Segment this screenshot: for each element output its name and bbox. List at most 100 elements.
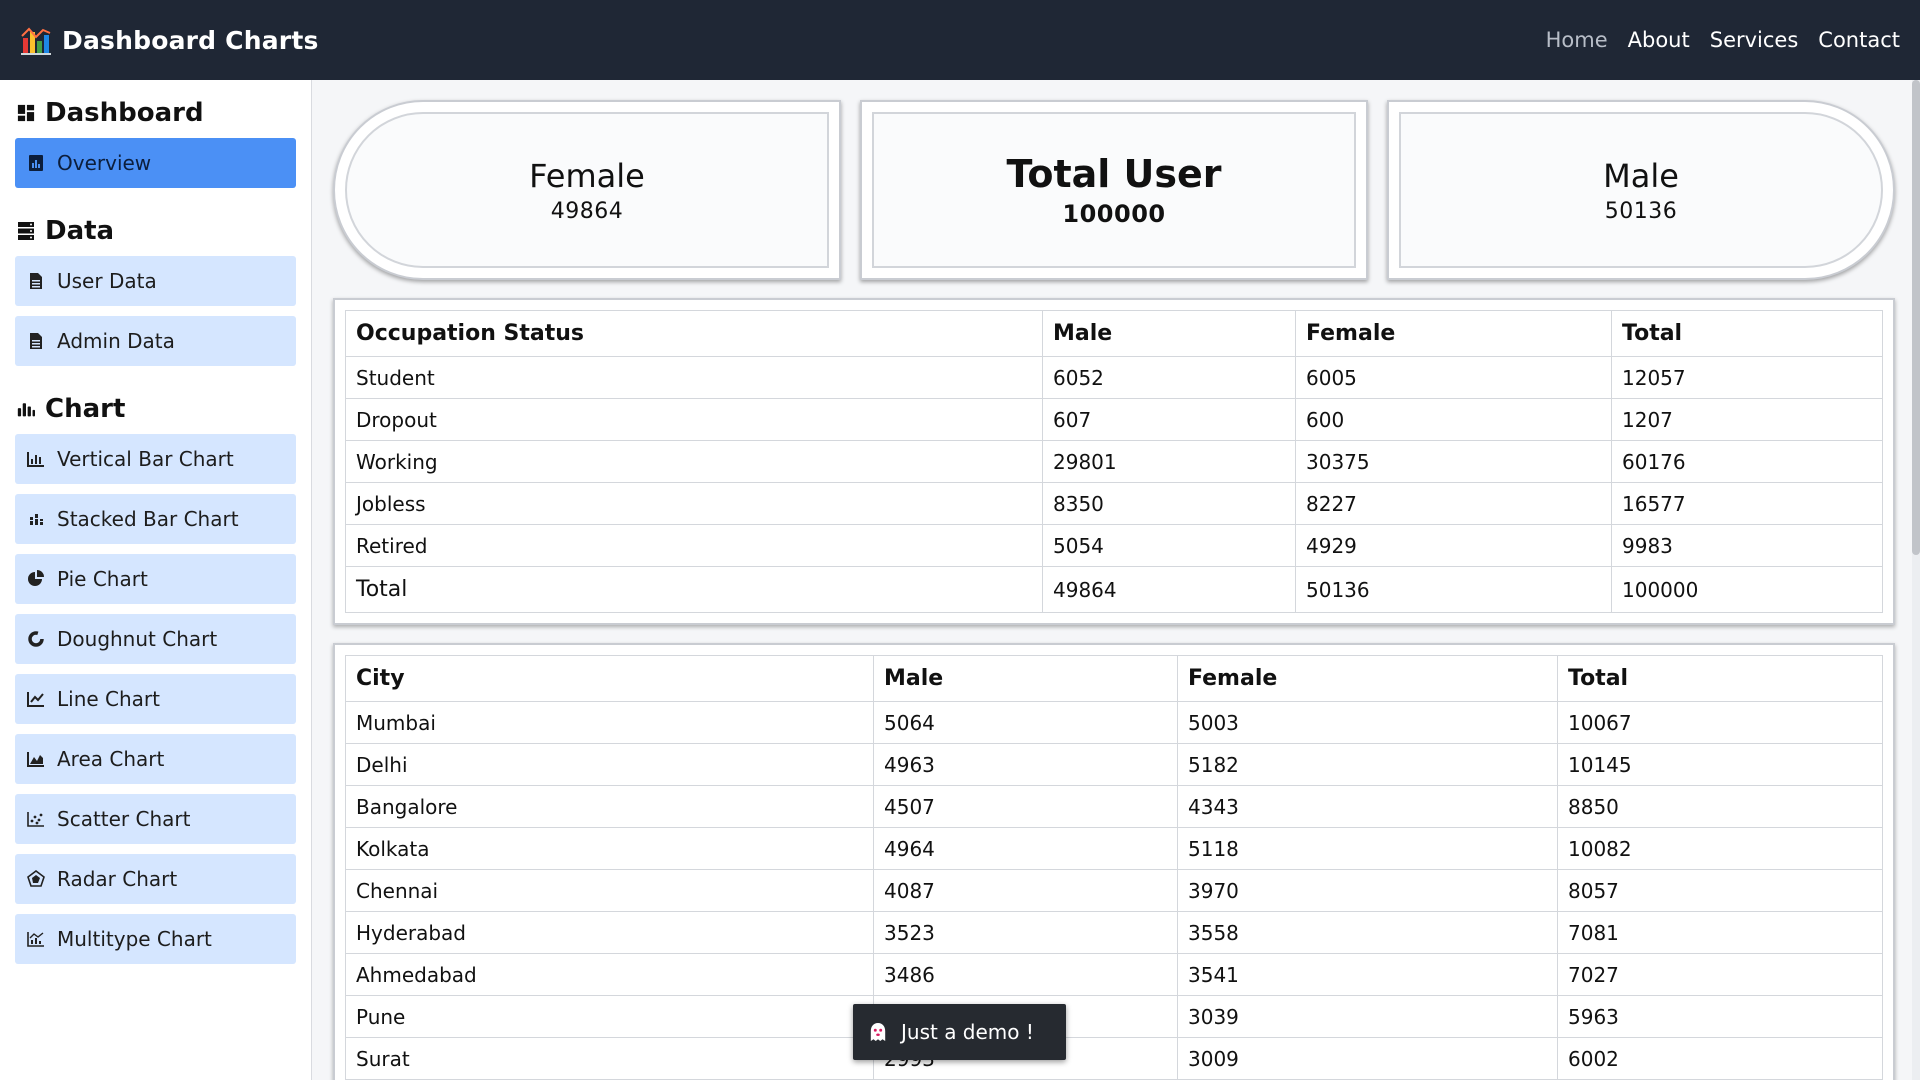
table-cell: 9983 xyxy=(1611,524,1883,567)
table-cell: Student xyxy=(345,356,1043,399)
table-cell: 4507 xyxy=(873,785,1178,828)
table-cell: 30375 xyxy=(1295,440,1612,483)
table-cell: 3486 xyxy=(873,953,1178,996)
table-cell: 6002 xyxy=(1557,1037,1883,1080)
table-total-row: Total 49864 50136 100000 xyxy=(345,566,1883,613)
sidebar-section-data: Data xyxy=(17,216,296,246)
sidebar-item-label: Overview xyxy=(57,151,152,175)
sidebar-item-label: Scatter Chart xyxy=(57,807,191,831)
area-chart-icon xyxy=(27,750,45,768)
sidebar-item-label: Line Chart xyxy=(57,687,160,711)
table-header-row: Occupation Status Male Female Total xyxy=(345,310,1883,357)
sidebar-item-user-data[interactable]: User Data xyxy=(15,256,296,306)
table-row: Bangalore 4507 4343 8850 xyxy=(345,785,1883,828)
table-cell: Mumbai xyxy=(345,701,874,744)
sidebar-item-stacked-bar-chart[interactable]: Stacked Bar Chart xyxy=(15,494,296,544)
table-row: Jobless 8350 8227 16577 xyxy=(345,482,1883,525)
sidebar-item-pie-chart[interactable]: Pie Chart xyxy=(15,554,296,604)
table-cell: 10145 xyxy=(1557,743,1883,786)
nav-contact-link[interactable]: Contact xyxy=(1818,28,1900,52)
card-inner: Male 50136 xyxy=(1399,112,1883,268)
sidebar-item-label: Pie Chart xyxy=(57,567,148,591)
demo-toast: Just a demo ! xyxy=(853,1004,1066,1060)
table-cell: 4964 xyxy=(873,827,1178,870)
toast-text: Just a demo ! xyxy=(901,1020,1034,1044)
table-cell: 6052 xyxy=(1042,356,1296,399)
table-cell: 3541 xyxy=(1177,953,1558,996)
column-header: Total xyxy=(1611,310,1883,357)
card-inner: Female 49864 xyxy=(345,112,829,268)
nav-services-link[interactable]: Services xyxy=(1710,28,1799,52)
table-cell: Pune xyxy=(345,995,874,1038)
column-header: City xyxy=(345,655,874,702)
summary-cards: Female 49864 Total User 100000 Male 5013… xyxy=(333,100,1895,280)
scrollbar-thumb[interactable] xyxy=(1912,80,1920,555)
table-cell: 3039 xyxy=(1177,995,1558,1038)
occupation-table: Occupation Status Male Female Total Stud… xyxy=(345,310,1883,613)
chart-logo-icon xyxy=(20,24,52,56)
total-user-card: Total User 100000 xyxy=(860,100,1368,280)
table-row: Pune 2924 3039 5963 xyxy=(345,995,1883,1038)
card-value: 50136 xyxy=(1604,198,1678,224)
table-cell: 10067 xyxy=(1557,701,1883,744)
sidebar-item-admin-data[interactable]: Admin Data xyxy=(15,316,296,366)
sidebar-item-multitype-chart[interactable]: Multitype Chart xyxy=(15,914,296,964)
card-inner: Total User 100000 xyxy=(872,112,1356,268)
brand[interactable]: Dashboard Charts xyxy=(20,24,319,56)
multitype-chart-icon xyxy=(27,930,45,948)
table-cell: 5054 xyxy=(1042,524,1296,567)
table-cell: 5963 xyxy=(1557,995,1883,1038)
sidebar-item-area-chart[interactable]: Area Chart xyxy=(15,734,296,784)
main-content: Female 49864 Total User 100000 Male 5013… xyxy=(313,80,1920,1080)
table-cell: 6005 xyxy=(1295,356,1612,399)
nav-home-link[interactable]: Home xyxy=(1546,28,1608,52)
sidebar-item-label: Admin Data xyxy=(57,329,175,353)
table-cell: 3523 xyxy=(873,911,1178,954)
female-card: Female 49864 xyxy=(333,100,841,280)
table-cell: 49864 xyxy=(1042,566,1296,613)
sidebar-item-line-chart[interactable]: Line Chart xyxy=(15,674,296,724)
table-cell: 4929 xyxy=(1295,524,1612,567)
nav-links: Home About Services Contact xyxy=(1546,28,1900,52)
column-header: Female xyxy=(1295,310,1612,357)
document-icon xyxy=(27,332,45,350)
sidebar-item-label: Multitype Chart xyxy=(57,927,212,951)
sidebar-item-scatter-chart[interactable]: Scatter Chart xyxy=(15,794,296,844)
sidebar-item-label: Stacked Bar Chart xyxy=(57,507,239,531)
section-title: Data xyxy=(45,216,115,246)
table-cell: 100000 xyxy=(1611,566,1883,613)
table-cell: Working xyxy=(345,440,1043,483)
table-cell: Bangalore xyxy=(345,785,874,828)
table-row: Hyderabad 3523 3558 7081 xyxy=(345,911,1883,954)
sidebar-item-label: Area Chart xyxy=(57,747,165,771)
table-cell: 8057 xyxy=(1557,869,1883,912)
table-cell: Ahmedabad xyxy=(345,953,874,996)
database-icon xyxy=(17,222,35,240)
table-row: Dropout 607 600 1207 xyxy=(345,398,1883,441)
table-row: Delhi 4963 5182 10145 xyxy=(345,743,1883,786)
table-cell: 3970 xyxy=(1177,869,1558,912)
document-icon xyxy=(27,272,45,290)
sidebar-item-vertical-bar-chart[interactable]: Vertical Bar Chart xyxy=(15,434,296,484)
column-header: Female xyxy=(1177,655,1558,702)
table-cell: 4963 xyxy=(873,743,1178,786)
table-cell: Total xyxy=(345,566,1043,613)
sidebar-section-dashboard: Dashboard xyxy=(17,98,296,128)
sidebar-item-doughnut-chart[interactable]: Doughnut Chart xyxy=(15,614,296,664)
sidebar: Dashboard Overview Data User Data Admin … xyxy=(0,80,312,1080)
table-cell: Kolkata xyxy=(345,827,874,870)
table-row: Chennai 4087 3970 8057 xyxy=(345,869,1883,912)
table-row: Mumbai 5064 5003 10067 xyxy=(345,701,1883,744)
card-value: 100000 xyxy=(1062,200,1166,228)
doughnut-chart-icon xyxy=(27,630,45,648)
table-cell: 4087 xyxy=(873,869,1178,912)
table-cell: 12057 xyxy=(1611,356,1883,399)
table-row: Student 6052 6005 12057 xyxy=(345,356,1883,399)
sidebar-item-radar-chart[interactable]: Radar Chart xyxy=(15,854,296,904)
nav-about-link[interactable]: About xyxy=(1628,28,1690,52)
pie-chart-icon xyxy=(27,570,45,588)
table-cell: 7027 xyxy=(1557,953,1883,996)
sidebar-item-overview[interactable]: Overview xyxy=(15,138,296,188)
vertical-bar-chart-icon xyxy=(27,450,45,468)
bar-chart-icon xyxy=(17,400,35,418)
